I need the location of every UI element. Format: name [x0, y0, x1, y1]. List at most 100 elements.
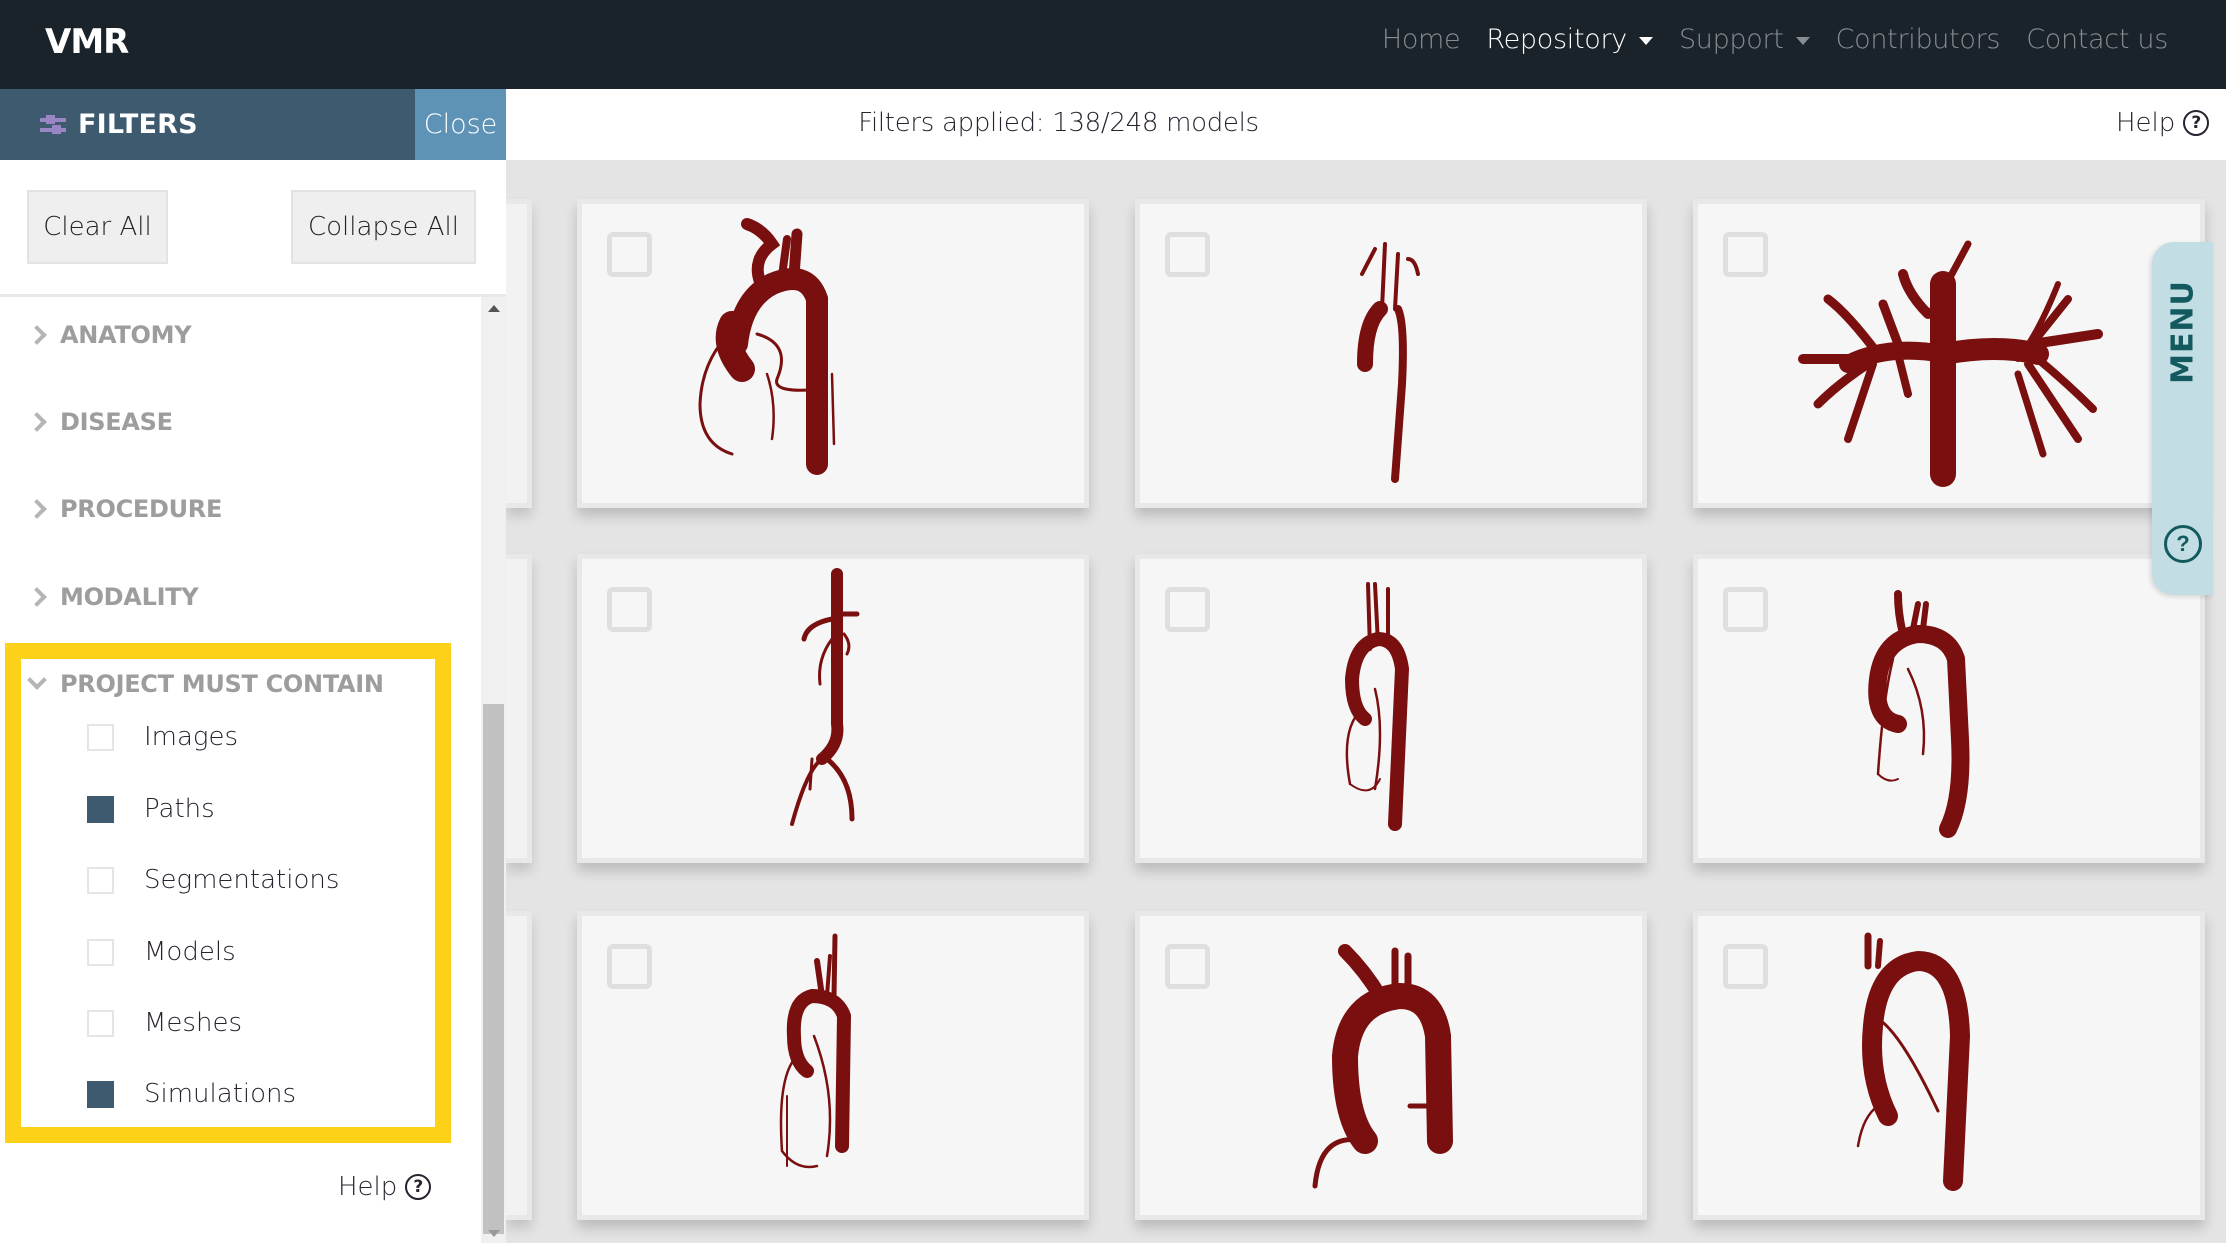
main-help-link[interactable]: Help ? [2116, 108, 2210, 138]
filters-title: FILTERS [78, 109, 198, 140]
scroll-down-arrow-icon[interactable] [488, 1230, 500, 1237]
nav-support[interactable]: Support [1679, 24, 1810, 55]
nav-contributors-label: Contributors [1835, 24, 2001, 55]
section-anatomy[interactable]: ANATOMY [27, 321, 192, 349]
sliders-icon [40, 114, 66, 136]
model-grid [506, 160, 2226, 1243]
question-circle-icon: ? [405, 1174, 432, 1200]
caret-down-icon [1638, 36, 1653, 45]
model-select-checkbox[interactable] [1165, 232, 1210, 277]
main-nav: Home Repository Support Contributors Con… [1356, 24, 2168, 55]
checkbox-models[interactable] [87, 938, 114, 966]
section-label: DISEASE [60, 408, 173, 436]
checkbox-segmentations[interactable] [87, 866, 114, 894]
model-thumbnail-aorta-coronary-2 [1344, 582, 1410, 831]
checkbox-images[interactable] [87, 723, 114, 751]
model-thumbnail-abdominal-aorta [790, 568, 860, 826]
divider [0, 294, 506, 297]
caret-down-icon [1795, 36, 1810, 45]
collapse-all-button[interactable]: Collapse All [291, 190, 476, 264]
model-thumbnail-aorta-coronary [698, 218, 836, 475]
option-meshes[interactable]: Meshes [87, 1008, 242, 1038]
nav-contact-us[interactable]: Contact us [2026, 24, 2168, 55]
model-thumbnail-aorta-coronary-3 [1868, 590, 1970, 838]
model-select-checkbox[interactable] [1165, 587, 1210, 632]
partial-card [506, 199, 532, 508]
chevron-right-icon [27, 325, 47, 345]
model-card[interactable] [577, 911, 1089, 1220]
question-circle-icon: ? [2183, 110, 2210, 136]
model-card[interactable] [1135, 911, 1647, 1220]
sidebar-help-link[interactable]: Help ? [338, 1172, 432, 1202]
model-card[interactable] [1693, 554, 2205, 863]
filters-header: FILTERS [0, 89, 415, 160]
vmr-logo[interactable]: VMR [45, 22, 129, 62]
filters-sidebar: FILTERS Close Clear All Collapse All ANA… [0, 89, 506, 1243]
option-segmentations[interactable]: Segmentations [87, 865, 339, 895]
chevron-right-icon [27, 587, 47, 607]
side-menu-tab[interactable]: MENU ? [2152, 242, 2213, 595]
model-select-checkbox[interactable] [607, 232, 652, 277]
model-thumbnail-pulmonary-tree [1798, 240, 2103, 487]
option-images[interactable]: Images [87, 722, 238, 752]
chevron-down-icon [27, 670, 47, 690]
model-thumbnail-aorta-carotid [1357, 242, 1420, 483]
checkbox-paths[interactable] [87, 795, 114, 823]
nav-repository[interactable]: Repository [1486, 24, 1653, 55]
nav-home[interactable]: Home [1382, 24, 1461, 55]
model-card[interactable] [577, 554, 1089, 863]
checkbox-meshes[interactable] [87, 1009, 114, 1037]
model-thumbnail-aortic-arch [1312, 944, 1453, 1189]
sidebar-scrollbar[interactable] [481, 297, 506, 1243]
results-header: Filters applied: 138/248 models Help ? [506, 89, 2226, 160]
option-label: Images [144, 722, 239, 752]
top-navbar: VMR Home Repository Support Contributors… [0, 0, 2226, 89]
model-card[interactable] [1693, 911, 2205, 1220]
nav-support-label: Support [1678, 24, 1784, 55]
model-card[interactable] [1135, 199, 1647, 508]
nav-repository-label: Repository [1486, 24, 1627, 55]
option-label: Meshes [144, 1008, 242, 1038]
section-disease[interactable]: DISEASE [27, 408, 173, 436]
model-select-checkbox[interactable] [1165, 944, 1210, 989]
model-select-checkbox[interactable] [1723, 944, 1768, 989]
filters-applied-count: Filters applied: 138/248 models [858, 108, 1259, 138]
option-models[interactable]: Models [87, 937, 236, 967]
option-label: Models [144, 937, 236, 967]
model-select-checkbox[interactable] [1723, 232, 1768, 277]
clear-all-button[interactable]: Clear All [27, 190, 168, 264]
partial-card [506, 554, 532, 863]
nav-contact-label: Contact us [2026, 24, 2168, 55]
scroll-up-arrow-icon[interactable] [488, 305, 500, 312]
option-simulations[interactable]: Simulations [87, 1079, 296, 1109]
section-project-must-contain[interactable]: PROJECT MUST CONTAIN [27, 670, 384, 698]
section-label: PROCEDURE [60, 495, 223, 523]
model-select-checkbox[interactable] [607, 944, 652, 989]
chevron-right-icon [27, 412, 47, 432]
section-modality[interactable]: MODALITY [27, 583, 199, 611]
question-circle-icon[interactable]: ? [2164, 525, 2202, 563]
partial-card [506, 911, 532, 1220]
menu-label: MENU [2165, 280, 2200, 384]
model-card[interactable] [577, 199, 1089, 508]
checkbox-simulations[interactable] [87, 1080, 114, 1108]
model-card[interactable] [1693, 199, 2205, 508]
model-thumbnail-aorta-coronary-4 [779, 933, 852, 1169]
scrollbar-thumb[interactable] [483, 704, 504, 1234]
close-filters-button[interactable]: Close [415, 89, 506, 160]
nav-home-label: Home [1381, 24, 1461, 55]
model-card[interactable] [1135, 554, 1647, 863]
option-label: Simulations [144, 1079, 297, 1109]
model-select-checkbox[interactable] [607, 587, 652, 632]
section-label: ANATOMY [60, 321, 192, 349]
section-label: MODALITY [60, 583, 199, 611]
option-paths[interactable]: Paths [87, 794, 215, 824]
chevron-right-icon [27, 499, 47, 519]
section-procedure[interactable]: PROCEDURE [27, 495, 223, 523]
option-label: Segmentations [144, 865, 340, 895]
help-label: Help [2116, 108, 2176, 138]
nav-contributors[interactable]: Contributors [1836, 24, 2001, 55]
section-label: PROJECT MUST CONTAIN [60, 670, 384, 698]
option-label: Paths [144, 794, 215, 824]
model-select-checkbox[interactable] [1723, 587, 1768, 632]
